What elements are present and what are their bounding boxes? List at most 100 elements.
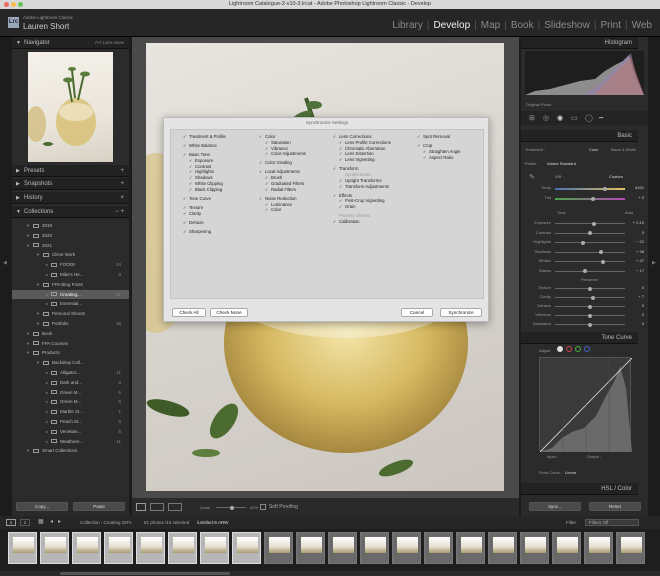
- curve-rgb-icon[interactable]: [557, 346, 563, 352]
- slider-knob[interactable]: [588, 286, 592, 291]
- sync-option-checkbox[interactable]: ✓ Local Adjustments: [259, 169, 300, 174]
- sync-option-checkbox[interactable]: ✓ Post-Crop Vignetting: [339, 198, 385, 203]
- tone-auto-button[interactable]: Auto: [625, 210, 633, 215]
- before-after-split-icon[interactable]: [168, 503, 182, 511]
- close-window-icon[interactable]: [4, 2, 9, 7]
- before-after-icon[interactable]: [150, 503, 164, 511]
- collection-item[interactable]: ▸ Green M... 6: [12, 388, 129, 397]
- sync-option-checkbox[interactable]: ✓ Lens Profile Corrections: [339, 140, 391, 145]
- filmstrip-thumbnail[interactable]: [104, 532, 133, 564]
- module-web[interactable]: Web: [632, 20, 652, 31]
- back-arrow-icon[interactable]: ◂: [50, 516, 53, 529]
- filmstrip-thumbnail[interactable]: [424, 532, 453, 564]
- slider-knob[interactable]: [599, 250, 603, 254]
- sync-option-checkbox[interactable]: ✓ Treatment & Profile: [183, 134, 226, 139]
- grid-view-icon[interactable]: ▦: [38, 516, 44, 529]
- point-curve-select[interactable]: Linear: [565, 470, 576, 475]
- slider-value[interactable]: + 38: [627, 249, 644, 254]
- sync-option-checkbox[interactable]: ✓ Highlights: [189, 169, 214, 174]
- module-print[interactable]: Print: [600, 20, 621, 31]
- collection-item[interactable]: ▸ Venetian... 5: [12, 427, 129, 436]
- navigator-header[interactable]: ▼ Navigator FIT 100% 200%: [12, 37, 129, 49]
- sync-option-checkbox[interactable]: ✓ White Balance: [183, 143, 217, 148]
- presets-panel-header[interactable]: ▶ Presets +: [12, 165, 129, 177]
- snapshots-panel-header[interactable]: ▶ Snapshots +: [12, 178, 129, 190]
- check-none-button[interactable]: Check None: [210, 308, 248, 317]
- sync-option-checkbox[interactable]: ✓ Brush: [265, 175, 282, 180]
- sync-option-checkbox[interactable]: ✓ Radial Filters: [265, 187, 296, 192]
- collection-item[interactable]: ▼ Personal Shoots: [12, 309, 129, 318]
- sync-option-checkbox[interactable]: ✓ Lens Vignetting: [339, 157, 375, 162]
- filmstrip-thumbnail[interactable]: [360, 532, 389, 564]
- collection-item[interactable]: ▸ Mike's He... 8: [12, 270, 129, 279]
- slider-value[interactable]: + 47: [627, 258, 644, 263]
- treatment-bw-option[interactable]: Black & White: [611, 147, 636, 152]
- basic-header[interactable]: Basic: [521, 130, 638, 142]
- collection-item[interactable]: ▼ 2019: [12, 221, 129, 230]
- disclosure-triangle-icon[interactable]: ▸: [46, 370, 48, 375]
- left-panel-toggle-icon[interactable]: ◀: [3, 260, 7, 266]
- adjustment-slider[interactable]: [555, 231, 625, 235]
- sync-option-checkbox[interactable]: ✓ Vibrance: [265, 146, 288, 151]
- sync-option-checkbox[interactable]: ✓ Texture: [183, 205, 203, 210]
- sync-option-checkbox[interactable]: ✓ Graduated Filters: [265, 181, 304, 186]
- adjustment-slider[interactable]: [555, 250, 625, 254]
- collection-item[interactable]: ▸ Peach St... 6: [12, 417, 129, 426]
- disclosure-triangle-icon[interactable]: ▼: [26, 331, 30, 336]
- collection-item[interactable]: ▼ Smart Collections: [12, 446, 129, 455]
- sync-option-checkbox[interactable]: ✓ Color: [259, 134, 275, 139]
- sync-option-checkbox[interactable]: ✓ Color Adjustments: [265, 151, 306, 156]
- sync-option-checkbox[interactable]: ✓ Dehaze: [183, 220, 204, 225]
- forward-arrow-icon[interactable]: ▸: [58, 516, 61, 529]
- disclosure-triangle-icon[interactable]: ▸: [46, 409, 48, 414]
- cancel-button[interactable]: Cancel: [401, 308, 433, 317]
- sync-option-checkbox[interactable]: ✓ Black Clipping: [189, 187, 222, 192]
- filmstrip-scroll-thumb[interactable]: [60, 572, 230, 575]
- filmstrip-thumbnail[interactable]: [552, 532, 581, 564]
- sync-option-checkbox[interactable]: ✓ Noise Reduction: [259, 196, 297, 201]
- disclosure-triangle-icon[interactable]: ▸: [46, 429, 48, 434]
- red-eye-icon[interactable]: ◉: [557, 114, 563, 122]
- filmstrip-thumbnail[interactable]: [488, 532, 517, 564]
- disclosure-triangle-icon[interactable]: ▼: [36, 321, 40, 326]
- collection-item[interactable]: ▸ Dark and... 6: [12, 378, 129, 387]
- page-1-button[interactable]: 1: [6, 519, 16, 526]
- adjustment-slider[interactable]: [555, 322, 625, 327]
- adjustment-slider[interactable]: [555, 304, 625, 309]
- disclosure-triangle-icon[interactable]: ▸: [46, 272, 48, 277]
- filmstrip-thumbnail[interactable]: [232, 532, 261, 564]
- slider-value[interactable]: 0: [627, 285, 644, 290]
- slider-knob[interactable]: [601, 259, 605, 264]
- filmstrip-thumbnail[interactable]: [584, 532, 613, 564]
- collection-item[interactable]: ▼ FPA Blog Posts: [12, 280, 129, 289]
- collection-item[interactable]: ▼ FPA Courses: [12, 339, 129, 348]
- filmstrip-thumbnail[interactable]: [40, 532, 69, 564]
- maximize-window-icon[interactable]: [18, 2, 23, 7]
- copy-settings-button[interactable]: Copy...: [16, 502, 68, 511]
- filmstrip-thumbnail[interactable]: [328, 532, 357, 564]
- disclosure-triangle-icon[interactable]: ▼: [26, 223, 30, 228]
- paste-settings-button[interactable]: Paste: [73, 502, 125, 511]
- sync-option-checkbox[interactable]: ✓ Aspect Ratio: [423, 155, 453, 160]
- sync-option-checkbox[interactable]: ✓ Effects: [333, 193, 352, 198]
- module-library[interactable]: Library: [392, 20, 423, 31]
- sync-option-checkbox[interactable]: ✓ Straighten Angle: [423, 149, 461, 154]
- page-2-button[interactable]: 2: [20, 519, 30, 526]
- sync-option-checkbox[interactable]: ✓ Chromatic Aberration: [339, 146, 385, 151]
- radial-filter-icon[interactable]: ◯: [585, 114, 593, 122]
- disclosure-triangle-icon[interactable]: ▸: [46, 301, 48, 306]
- collection-item[interactable]: ▸ Alligator... 11: [12, 368, 129, 377]
- filmstrip-thumbnail[interactable]: [392, 532, 421, 564]
- adjustment-slider[interactable]: [555, 286, 625, 291]
- tone-curve-graph[interactable]: [539, 357, 633, 453]
- curve-green-icon[interactable]: [575, 346, 581, 352]
- navigator-zoom-options[interactable]: FIT 100% 200%: [95, 37, 124, 49]
- minimize-window-icon[interactable]: [11, 2, 16, 7]
- history-panel-header[interactable]: ▶ History ×: [12, 192, 129, 204]
- filmstrip-thumbnail[interactable]: [136, 532, 165, 564]
- synchronize-button[interactable]: Synchronize: [440, 308, 482, 317]
- sync-option-checkbox[interactable]: ✓ Contrast: [189, 164, 211, 169]
- adjustment-slider[interactable]: [555, 221, 625, 226]
- collections-add-remove[interactable]: − +: [115, 206, 124, 218]
- filmstrip-thumbnail[interactable]: [8, 532, 37, 564]
